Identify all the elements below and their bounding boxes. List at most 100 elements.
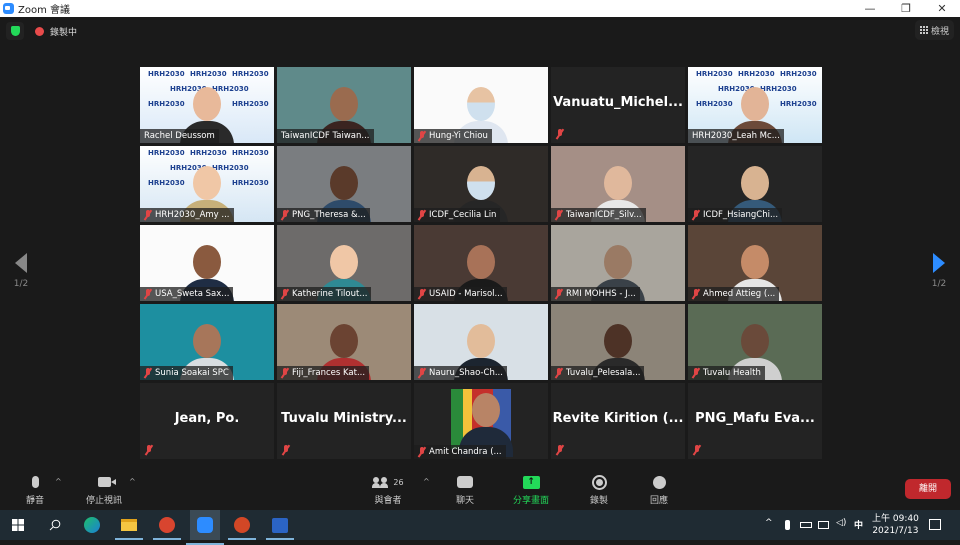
hrh2030-logo: HRH2030 bbox=[190, 70, 227, 78]
participant-tile[interactable]: TaiwanICDF Taiwan... bbox=[277, 67, 411, 143]
microphone-muted-icon bbox=[692, 368, 700, 378]
leave-meeting-button[interactable]: 離開 bbox=[905, 479, 951, 499]
participant-name: Sunia Soakai SPC bbox=[155, 368, 229, 378]
participant-tile[interactable]: Katherine Tilout... bbox=[277, 225, 411, 301]
participant-name: Vanuatu_Michel... bbox=[553, 95, 683, 110]
share-screen-button[interactable]: ↑ 分享畫面 bbox=[511, 473, 551, 506]
minimize-button[interactable]: — bbox=[852, 0, 888, 17]
hrh2030-logo: HRH2030 bbox=[232, 149, 269, 157]
participant-tile[interactable]: Revite Kirition (... bbox=[551, 383, 685, 459]
next-page-button[interactable]: 1/2 bbox=[924, 253, 954, 289]
participant-tile[interactable]: HRH2030 HRH2030 HRH2030 HRH2030 HRH2030 HRH20… bbox=[140, 146, 274, 222]
windows-taskbar: ^ ◁) 中 上午 09:40 2021/7/13 bbox=[0, 510, 960, 545]
word-icon bbox=[272, 517, 288, 533]
input-method-indicator[interactable]: 中 bbox=[854, 518, 863, 531]
previous-page-button[interactable]: 1/2 bbox=[6, 253, 36, 289]
participant-tile[interactable]: Tuvalu_Pelesala... bbox=[551, 304, 685, 380]
maximize-button[interactable]: ❐ bbox=[888, 0, 924, 17]
gallery-view: 1/2 HRH2030 HRH2030 HRH2030 HRH2030 HRH2030 H… bbox=[0, 45, 960, 465]
record-button[interactable]: 錄製 bbox=[587, 473, 611, 506]
participant-tile[interactable]: ICDF_HsiangChi... bbox=[688, 146, 822, 222]
stop-video-button[interactable]: 停止視訊 bbox=[82, 473, 126, 506]
participant-name: Jean, Po. bbox=[174, 411, 240, 426]
participant-tile[interactable]: PNG_Mafu Eva... bbox=[688, 383, 822, 459]
volume-icon[interactable]: ◁) bbox=[836, 518, 846, 528]
share-screen-icon: ↑ bbox=[522, 475, 540, 489]
taskbar-zoom[interactable] bbox=[186, 510, 224, 545]
participant-tile[interactable]: Fiji_Frances Kat... bbox=[277, 304, 411, 380]
taskbar-powerpoint[interactable] bbox=[228, 515, 256, 540]
zoom-icon bbox=[197, 517, 213, 533]
taskbar-remote-desktop[interactable] bbox=[153, 515, 181, 540]
hrh2030-logo: HRH2030 bbox=[232, 100, 269, 108]
participant-name-tag: TaiwanICDF Taiwan... bbox=[277, 129, 374, 143]
zoom-app-icon bbox=[3, 3, 14, 14]
participant-tile[interactable]: Vanuatu_Michel... bbox=[551, 67, 685, 143]
participant-tile[interactable]: ICDF_Cecilia Lin bbox=[414, 146, 548, 222]
participant-tile[interactable]: Jean, Po. bbox=[140, 383, 274, 459]
microphone-muted-icon bbox=[555, 368, 563, 378]
taskbar-file-explorer[interactable] bbox=[115, 515, 143, 540]
participant-tile[interactable]: HRH2030 HRH2030 HRH2030 HRH2030 HRH2030 HRH20… bbox=[688, 67, 822, 143]
chat-button[interactable]: 聊天 bbox=[452, 473, 478, 506]
participant-tile[interactable]: USA_Sweta Sax... bbox=[140, 225, 274, 301]
record-label: 錄製 bbox=[589, 496, 608, 506]
show-hidden-icons-button[interactable]: ^ bbox=[765, 518, 773, 528]
windows-logo-icon bbox=[12, 519, 24, 531]
taskbar-word[interactable] bbox=[266, 515, 294, 540]
participant-name: Tuvalu Health bbox=[703, 368, 761, 378]
participant-tile[interactable]: TaiwanICDF_Silv... bbox=[551, 146, 685, 222]
remote-desktop-icon bbox=[159, 517, 175, 533]
participant-name: Revite Kirition (... bbox=[552, 411, 684, 426]
participant-name: TaiwanICDF_Silv... bbox=[566, 210, 642, 220]
participant-tile[interactable]: PNG_Theresa &... bbox=[277, 146, 411, 222]
participants-button[interactable]: 26 與會者 bbox=[370, 473, 406, 506]
participant-tile[interactable]: Tuvalu Health bbox=[688, 304, 822, 380]
microphone-muted-icon bbox=[145, 445, 153, 455]
participant-tile[interactable]: Sunia Soakai SPC bbox=[140, 304, 274, 380]
search-button[interactable] bbox=[45, 515, 65, 535]
participant-name-tag: Tuvalu_Pelesala... bbox=[551, 366, 645, 380]
window-title: Zoom 會議 bbox=[18, 5, 71, 16]
usb-device-icon[interactable] bbox=[785, 520, 790, 530]
participants-count: 26 bbox=[393, 477, 404, 487]
microphone-muted-icon bbox=[281, 368, 289, 378]
participant-name: ICDF_HsiangChi... bbox=[703, 210, 779, 220]
start-button[interactable] bbox=[8, 515, 28, 535]
participant-grid: HRH2030 HRH2030 HRH2030 HRH2030 HRH2030 HRH20… bbox=[140, 67, 822, 459]
microphone-muted-icon bbox=[418, 368, 426, 378]
participant-tile[interactable]: Nauru_Shao-Ch... bbox=[414, 304, 548, 380]
network-icon[interactable] bbox=[818, 521, 829, 529]
participant-tile[interactable]: Amit Chandra (... bbox=[414, 383, 548, 459]
taskbar-edge[interactable] bbox=[82, 515, 102, 535]
reactions-button[interactable]: 回應 bbox=[647, 473, 671, 506]
page-indicator-right: 1/2 bbox=[931, 279, 947, 289]
microphone-muted-icon bbox=[555, 289, 563, 299]
participant-tile[interactable]: RMI MOHHS - J... bbox=[551, 225, 685, 301]
notification-center-icon[interactable] bbox=[929, 519, 941, 530]
participant-tile[interactable]: HRH2030 HRH2030 HRH2030 HRH2030 HRH2030 HRH20… bbox=[140, 67, 274, 143]
audio-options-caret[interactable]: ^ bbox=[55, 477, 62, 486]
microphone-muted-icon bbox=[418, 289, 426, 299]
view-button[interactable]: 檢視 bbox=[914, 20, 954, 40]
chevron-right-icon bbox=[933, 253, 945, 273]
participant-tile[interactable]: Ahmed Attieg (... bbox=[688, 225, 822, 301]
participant-tile[interactable]: Hung-Yi Chiou bbox=[414, 67, 548, 143]
video-options-caret[interactable]: ^ bbox=[129, 477, 136, 486]
participant-tile[interactable]: USAID - Marisol... bbox=[414, 225, 548, 301]
participants-options-caret[interactable]: ^ bbox=[423, 477, 430, 486]
mute-label: 靜音 bbox=[25, 496, 44, 506]
battery-icon[interactable] bbox=[800, 522, 812, 528]
participant-tile[interactable]: Tuvalu Ministry... bbox=[277, 383, 411, 459]
mute-button[interactable]: 靜音 bbox=[22, 473, 48, 506]
participant-name-tag: USA_Sweta Sax... bbox=[140, 287, 234, 301]
participant-name: PNG_Theresa &... bbox=[292, 210, 366, 220]
stop-video-label: 停止視訊 bbox=[85, 496, 122, 506]
security-shield-icon[interactable] bbox=[6, 22, 24, 40]
system-clock[interactable]: 上午 09:40 2021/7/13 bbox=[872, 513, 919, 537]
participant-name-tag: USAID - Marisol... bbox=[414, 287, 507, 301]
participant-name: USA_Sweta Sax... bbox=[155, 289, 230, 299]
participant-name: Katherine Tilout... bbox=[292, 289, 368, 299]
participant-name: RMI MOHHS - J... bbox=[566, 289, 636, 299]
close-button[interactable]: ✕ bbox=[924, 0, 960, 17]
